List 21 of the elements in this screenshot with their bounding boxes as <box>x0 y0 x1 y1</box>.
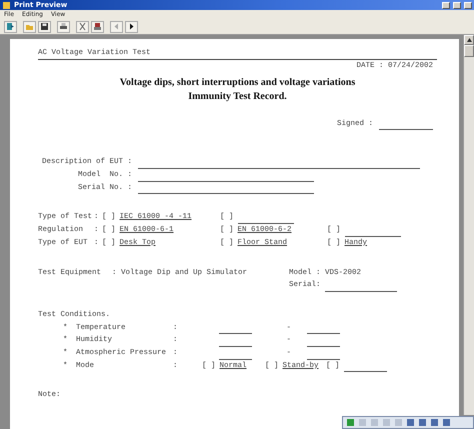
scissors-icon <box>78 22 87 31</box>
toolbar-button[interactable] <box>125 20 138 32</box>
folder-icon <box>25 22 34 31</box>
scroll-thumb[interactable] <box>464 45 474 57</box>
maximize-button[interactable] <box>453 2 461 8</box>
close-button[interactable] <box>464 2 472 8</box>
app-icon <box>2 0 11 10</box>
save-icon <box>40 22 49 31</box>
up-arrow-icon <box>466 38 472 42</box>
previous-icon <box>112 22 121 31</box>
toolbar-button[interactable] <box>91 20 104 32</box>
document-title: Voltage dips, short interruptions and voltage variations <box>120 76 356 90</box>
scrollbar[interactable] <box>463 35 474 415</box>
exit-icon <box>6 22 15 31</box>
minimize-button[interactable] <box>442 2 450 8</box>
next-icon <box>127 22 136 31</box>
scroll-up-button[interactable] <box>464 35 474 45</box>
toolbar-button[interactable] <box>38 20 51 32</box>
document-title: Immunity Test Record. <box>188 90 287 104</box>
printer-icon <box>59 22 68 31</box>
toolbar-button[interactable] <box>57 20 70 32</box>
